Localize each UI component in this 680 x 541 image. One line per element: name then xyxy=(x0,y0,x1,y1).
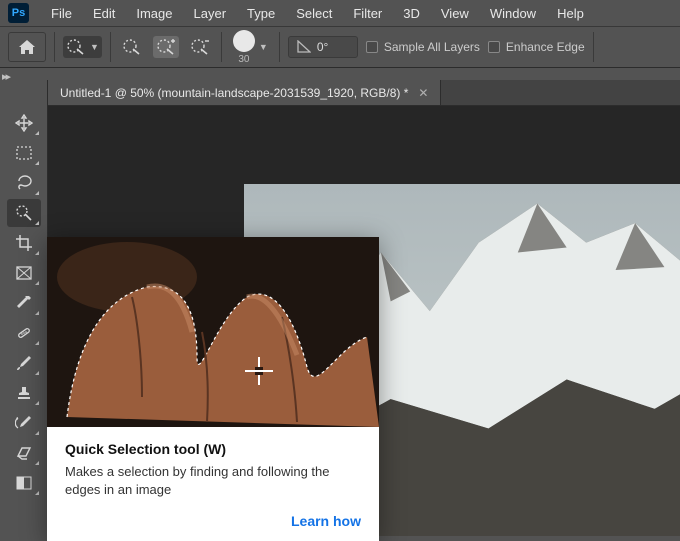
history-brush-tool[interactable] xyxy=(7,409,41,437)
tooltip-title: Quick Selection tool (W) xyxy=(65,441,361,457)
gradient-icon xyxy=(16,476,32,490)
tooltip-preview-image xyxy=(47,237,379,427)
learn-how-link[interactable]: Learn how xyxy=(47,509,379,541)
menu-filter[interactable]: Filter xyxy=(344,3,391,24)
crop-tool[interactable] xyxy=(7,229,41,257)
enhance-edge-checkbox[interactable]: Enhance Edge xyxy=(488,40,585,54)
options-bar: ▼ 30 ▼ Sample All Layers Enhance Edge xyxy=(0,26,680,68)
quick-selection-icon xyxy=(15,204,33,222)
brush-preview-icon xyxy=(233,30,255,52)
divider xyxy=(54,32,55,62)
crop-icon xyxy=(15,234,33,252)
close-tab-icon[interactable]: ✕ xyxy=(418,86,428,100)
brush-angle-field[interactable] xyxy=(288,36,358,58)
home-icon xyxy=(18,39,36,55)
brush-icon xyxy=(16,355,32,371)
eraser-tool[interactable] xyxy=(7,439,41,467)
document-tab-strip: Untitled-1 @ 50% (mountain-landscape-203… xyxy=(48,80,680,106)
angle-icon xyxy=(297,40,311,54)
crosshair-cursor-icon xyxy=(245,357,273,385)
divider xyxy=(221,32,222,62)
eraser-icon xyxy=(16,446,32,460)
tools-panel xyxy=(0,80,48,536)
menu-view[interactable]: View xyxy=(432,3,478,24)
current-tool-preset[interactable]: ▼ xyxy=(63,36,102,58)
menu-select[interactable]: Select xyxy=(287,3,341,24)
menu-type[interactable]: Type xyxy=(238,3,284,24)
menu-image[interactable]: Image xyxy=(127,3,181,24)
sample-all-layers-checkbox[interactable]: Sample All Layers xyxy=(366,40,480,54)
menu-file[interactable]: File xyxy=(42,3,81,24)
brush-new-icon xyxy=(122,38,142,56)
frame-tool[interactable] xyxy=(7,259,41,287)
marquee-tool[interactable] xyxy=(7,139,41,167)
brush-picker[interactable]: 30 ▼ xyxy=(230,28,271,67)
divider xyxy=(593,32,594,62)
eyedropper-icon xyxy=(16,295,32,311)
brush-subtract-icon xyxy=(190,38,210,56)
menu-window[interactable]: Window xyxy=(481,3,545,24)
subtract-from-selection-button[interactable] xyxy=(187,36,213,58)
home-button[interactable] xyxy=(8,32,46,62)
menu-help[interactable]: Help xyxy=(548,3,593,24)
quick-selection-tool[interactable] xyxy=(7,199,41,227)
tooltip-description: Makes a selection by finding and followi… xyxy=(65,463,361,499)
lasso-icon xyxy=(15,175,33,191)
eyedropper-tool[interactable] xyxy=(7,289,41,317)
bandage-icon xyxy=(15,324,33,342)
gradient-tool[interactable] xyxy=(7,469,41,497)
menu-edit[interactable]: Edit xyxy=(84,3,124,24)
move-icon xyxy=(15,114,33,132)
document-title: Untitled-1 @ 50% (mountain-landscape-203… xyxy=(60,86,408,100)
app-logo: Ps xyxy=(8,3,29,23)
lasso-tool[interactable] xyxy=(7,169,41,197)
brush-size-label: 30 xyxy=(238,54,249,65)
expand-toolbar-icon[interactable]: ▸▸ xyxy=(2,70,22,80)
clone-stamp-tool[interactable] xyxy=(7,379,41,407)
angle-input[interactable] xyxy=(317,40,349,54)
document-tab[interactable]: Untitled-1 @ 50% (mountain-landscape-203… xyxy=(48,80,441,105)
brush-tool[interactable] xyxy=(7,349,41,377)
menu-layer[interactable]: Layer xyxy=(185,3,236,24)
divider xyxy=(110,32,111,62)
brush-add-icon xyxy=(156,38,176,56)
frame-icon xyxy=(16,266,32,280)
divider xyxy=(279,32,280,62)
chevron-down-icon: ▼ xyxy=(90,42,99,52)
stamp-icon xyxy=(16,385,32,401)
quick-selection-icon xyxy=(66,38,86,56)
checkbox-icon xyxy=(488,41,500,53)
sample-all-layers-label: Sample All Layers xyxy=(384,40,480,54)
move-tool[interactable] xyxy=(7,109,41,137)
marquee-icon xyxy=(16,146,32,160)
add-to-selection-button[interactable] xyxy=(153,36,179,58)
menu-bar: Ps File Edit Image Layer Type Select Fil… xyxy=(0,0,680,26)
tool-tooltip: Quick Selection tool (W) Makes a selecti… xyxy=(47,237,379,541)
enhance-edge-label: Enhance Edge xyxy=(506,40,585,54)
chevron-down-icon: ▼ xyxy=(259,42,268,52)
history-brush-icon xyxy=(15,415,33,431)
new-selection-button[interactable] xyxy=(119,36,145,58)
menu-3d[interactable]: 3D xyxy=(394,3,429,24)
healing-brush-tool[interactable] xyxy=(7,319,41,347)
checkbox-icon xyxy=(366,41,378,53)
